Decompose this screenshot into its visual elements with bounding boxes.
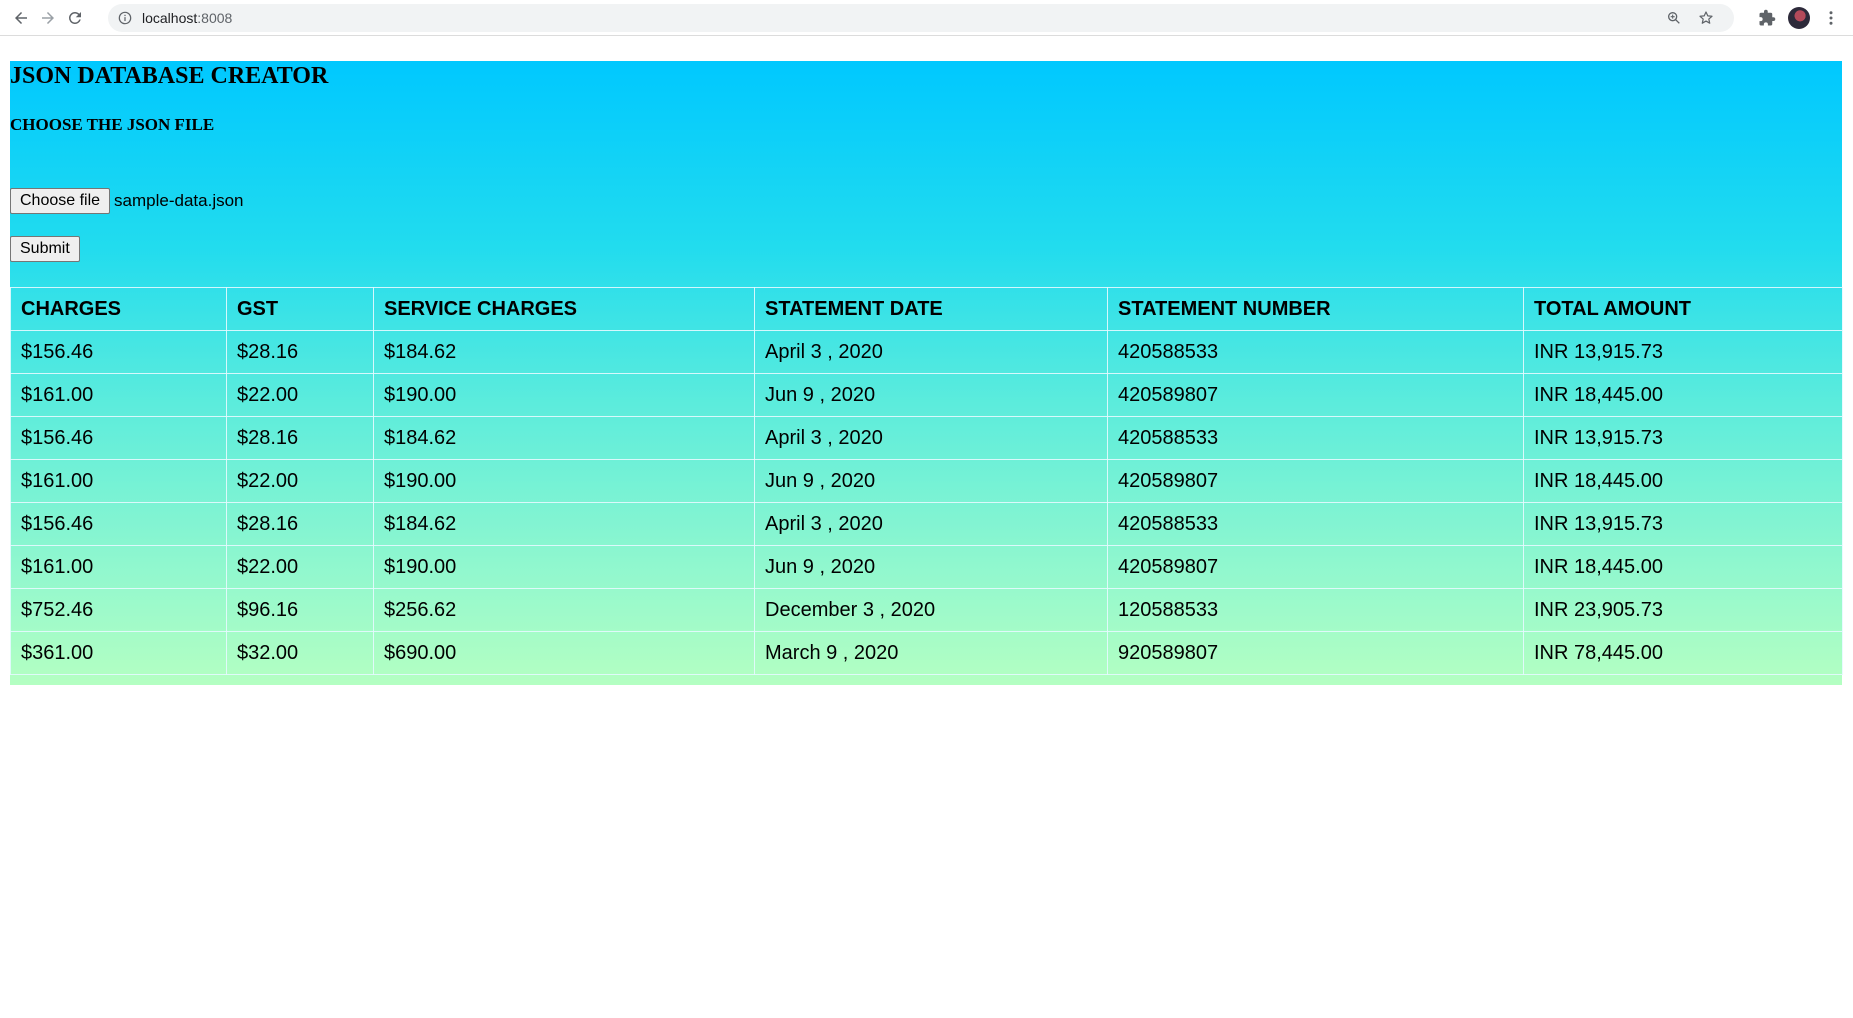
cell-service-charges: $190.00: [373, 459, 755, 503]
cell-charges: $161.00: [10, 459, 227, 503]
table-row: $161.00 $22.00 $190.00 Jun 9 , 2020 4205…: [10, 373, 1843, 417]
cell-total-amount: INR 18,445.00: [1523, 373, 1843, 417]
submit-button[interactable]: Submit: [10, 236, 80, 262]
cell-total-amount: INR 78,445.00: [1523, 631, 1843, 675]
column-header-gst: GST: [226, 287, 374, 331]
statements-table: CHARGES GST SERVICE CHARGES STATEMENT DA…: [10, 287, 1843, 675]
browser-toolbar: localhost:8008: [0, 0, 1853, 36]
cell-gst: $96.16: [226, 588, 374, 632]
address-bar[interactable]: localhost:8008: [108, 4, 1734, 32]
cell-statement-number: 420588533: [1107, 330, 1524, 374]
cell-charges: $161.00: [10, 373, 227, 417]
cell-gst: $22.00: [226, 545, 374, 589]
cell-gst: $22.00: [226, 373, 374, 417]
submit-row: Submit: [10, 236, 80, 262]
cell-gst: $22.00: [226, 459, 374, 503]
cell-total-amount: INR 23,905.73: [1523, 588, 1843, 632]
zoom-icon[interactable]: [1665, 9, 1683, 27]
cell-service-charges: $184.62: [373, 502, 755, 546]
kebab-menu-icon[interactable]: [1819, 6, 1843, 30]
back-arrow-icon[interactable]: [9, 6, 33, 30]
star-icon[interactable]: [1697, 9, 1715, 27]
cell-charges: $361.00: [10, 631, 227, 675]
cell-statement-number: 120588533: [1107, 588, 1524, 632]
cell-charges: $752.46: [10, 588, 227, 632]
column-header-statement-date: STATEMENT DATE: [754, 287, 1108, 331]
column-header-total-amount: TOTAL AMOUNT: [1523, 287, 1843, 331]
table-row: $161.00 $22.00 $190.00 Jun 9 , 2020 4205…: [10, 545, 1843, 589]
table-header-row: CHARGES GST SERVICE CHARGES STATEMENT DA…: [10, 287, 1843, 331]
cell-statement-date: Jun 9 , 2020: [754, 545, 1108, 589]
column-header-charges: CHARGES: [10, 287, 227, 331]
cell-total-amount: INR 18,445.00: [1523, 545, 1843, 589]
cell-statement-date: March 9 , 2020: [754, 631, 1108, 675]
cell-gst: $28.16: [226, 416, 374, 460]
cell-service-charges: $690.00: [373, 631, 755, 675]
cell-charges: $156.46: [10, 502, 227, 546]
cell-statement-date: April 3 , 2020: [754, 330, 1108, 374]
cell-total-amount: INR 13,915.73: [1523, 502, 1843, 546]
page-subtitle: CHOOSE THE JSON FILE: [10, 115, 215, 134]
cell-charges: $156.46: [10, 416, 227, 460]
selected-file-name: sample-data.json: [114, 191, 244, 210]
cell-statement-date: December 3 , 2020: [754, 588, 1108, 632]
cell-gst: $32.00: [226, 631, 374, 675]
table-row: $156.46 $28.16 $184.62 April 3 , 2020 42…: [10, 502, 1843, 546]
cell-statement-number: 420589807: [1107, 545, 1524, 589]
url-text[interactable]: localhost:8008: [142, 10, 232, 26]
app-container: JSON DATABASE CREATOR CHOOSE THE JSON FI…: [10, 61, 1843, 685]
cell-statement-date: Jun 9 , 2020: [754, 373, 1108, 417]
cell-charges: $161.00: [10, 545, 227, 589]
cell-service-charges: $190.00: [373, 373, 755, 417]
page-title: JSON DATABASE CREATOR: [10, 63, 329, 89]
forward-arrow-icon[interactable]: [36, 6, 60, 30]
profile-avatar[interactable]: [1788, 7, 1810, 29]
cell-statement-number: 420588533: [1107, 416, 1524, 460]
cell-charges: $156.46: [10, 330, 227, 374]
cell-service-charges: $184.62: [373, 330, 755, 374]
table-row: $752.46 $96.16 $256.62 December 3 , 2020…: [10, 588, 1843, 632]
cell-gst: $28.16: [226, 330, 374, 374]
cell-statement-number: 920589807: [1107, 631, 1524, 675]
cell-total-amount: INR 18,445.00: [1523, 459, 1843, 503]
cell-total-amount: INR 13,915.73: [1523, 330, 1843, 374]
cell-statement-number: 420589807: [1107, 459, 1524, 503]
cell-service-charges: $190.00: [373, 545, 755, 589]
cell-gst: $28.16: [226, 502, 374, 546]
cell-service-charges: $184.62: [373, 416, 755, 460]
info-icon[interactable]: [118, 11, 132, 25]
table-row: $361.00 $32.00 $690.00 March 9 , 2020 92…: [10, 631, 1843, 675]
column-header-service-charges: SERVICE CHARGES: [373, 287, 755, 331]
cell-statement-date: Jun 9 , 2020: [754, 459, 1108, 503]
cell-service-charges: $256.62: [373, 588, 755, 632]
cell-statement-date: April 3 , 2020: [754, 416, 1108, 460]
table-row: $161.00 $22.00 $190.00 Jun 9 , 2020 4205…: [10, 459, 1843, 503]
cell-statement-number: 420588533: [1107, 502, 1524, 546]
puzzle-icon[interactable]: [1755, 6, 1779, 30]
cell-total-amount: INR 13,915.73: [1523, 416, 1843, 460]
reload-icon[interactable]: [63, 6, 87, 30]
file-input-row: Choose file sample-data.json: [10, 187, 244, 215]
column-header-statement-number: STATEMENT NUMBER: [1107, 287, 1524, 331]
table-row: $156.46 $28.16 $184.62 April 3 , 2020 42…: [10, 330, 1843, 374]
cell-statement-date: April 3 , 2020: [754, 502, 1108, 546]
table-row: $156.46 $28.16 $184.62 April 3 , 2020 42…: [10, 416, 1843, 460]
cell-statement-number: 420589807: [1107, 373, 1524, 417]
choose-file-button[interactable]: Choose file: [10, 188, 111, 214]
